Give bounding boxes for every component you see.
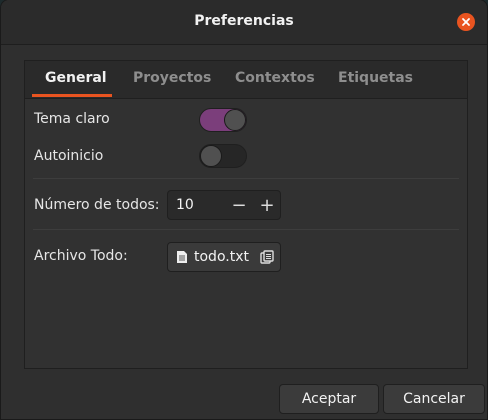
todo-file-chooser-button[interactable]: todo.txt	[167, 242, 281, 272]
accept-button[interactable]: Aceptar	[279, 384, 379, 414]
light-theme-switch[interactable]	[199, 108, 247, 132]
tab-contexts[interactable]: Contextos	[235, 70, 315, 86]
preferences-panel: General Proyectos Contextos Etiquetas Te…	[24, 60, 468, 369]
todo-count-label: Número de todos:	[34, 197, 160, 213]
copy-icon	[260, 250, 274, 264]
autostart-switch[interactable]	[199, 144, 247, 168]
autostart-label: Autoinicio	[34, 148, 104, 164]
switch-knob	[224, 109, 246, 131]
dialog-title: Preferencias	[194, 13, 294, 29]
todo-file-name: todo.txt	[194, 249, 249, 265]
decrement-button[interactable]: −	[225, 191, 253, 219]
cancel-button[interactable]: Cancelar	[383, 384, 485, 414]
document-icon	[177, 251, 187, 263]
close-button[interactable]	[457, 13, 475, 31]
light-theme-label: Tema claro	[34, 111, 110, 127]
switch-knob	[200, 145, 222, 167]
todo-count-spinner: 10 − +	[167, 190, 281, 220]
preferences-dialog: Preferencias General Proyectos Contextos…	[1, 0, 487, 419]
divider	[33, 178, 459, 179]
divider	[33, 229, 459, 230]
titlebar: Preferencias	[1, 0, 487, 45]
todo-file-label: Archivo Todo:	[34, 248, 128, 264]
tab-bar: General Proyectos Contextos Etiquetas	[25, 61, 467, 99]
tab-projects[interactable]: Proyectos	[133, 70, 211, 86]
active-tab-indicator	[32, 94, 112, 97]
tab-general[interactable]: General	[45, 70, 107, 86]
increment-button[interactable]: +	[253, 191, 281, 219]
tab-tags[interactable]: Etiquetas	[338, 70, 413, 86]
todo-count-value[interactable]: 10	[176, 197, 194, 213]
close-icon	[462, 18, 470, 26]
